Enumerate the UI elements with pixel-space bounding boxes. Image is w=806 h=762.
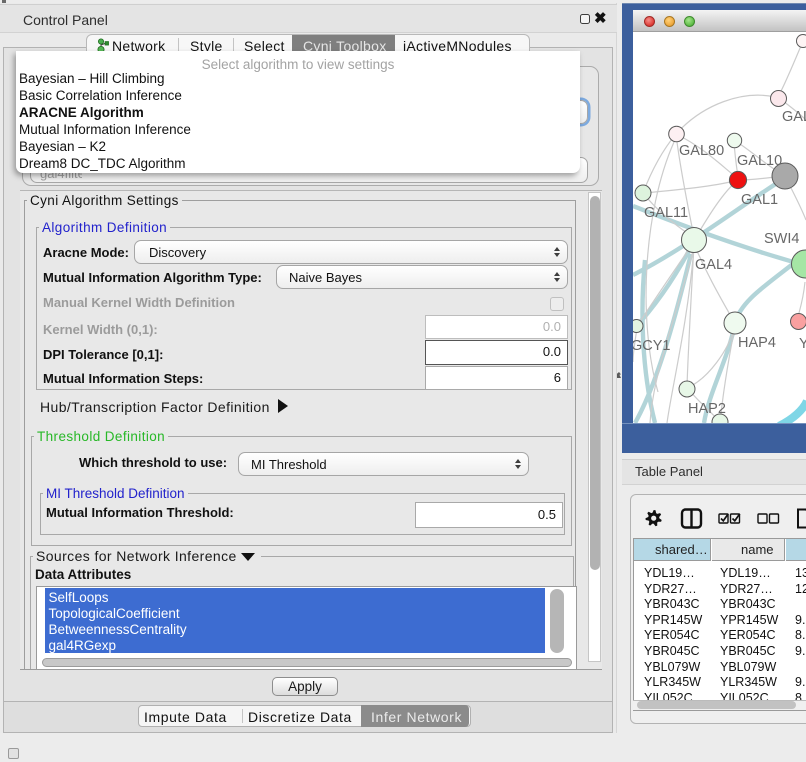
svg-text:Y: Y bbox=[799, 336, 806, 352]
svg-text:HAP4: HAP4 bbox=[738, 335, 776, 351]
svg-text:GAL4: GAL4 bbox=[695, 257, 732, 273]
svg-text:GAL11: GAL11 bbox=[644, 205, 688, 221]
svg-text:HAP2: HAP2 bbox=[688, 401, 726, 417]
svg-text:GAL1: GAL1 bbox=[741, 192, 778, 208]
svg-text:SWI4: SWI4 bbox=[764, 231, 799, 247]
svg-text:GCY1: GCY1 bbox=[633, 338, 671, 354]
svg-text:GAL: GAL bbox=[782, 109, 806, 125]
svg-text:GAL80: GAL80 bbox=[679, 143, 724, 159]
svg-text:GAL10: GAL10 bbox=[737, 153, 782, 169]
